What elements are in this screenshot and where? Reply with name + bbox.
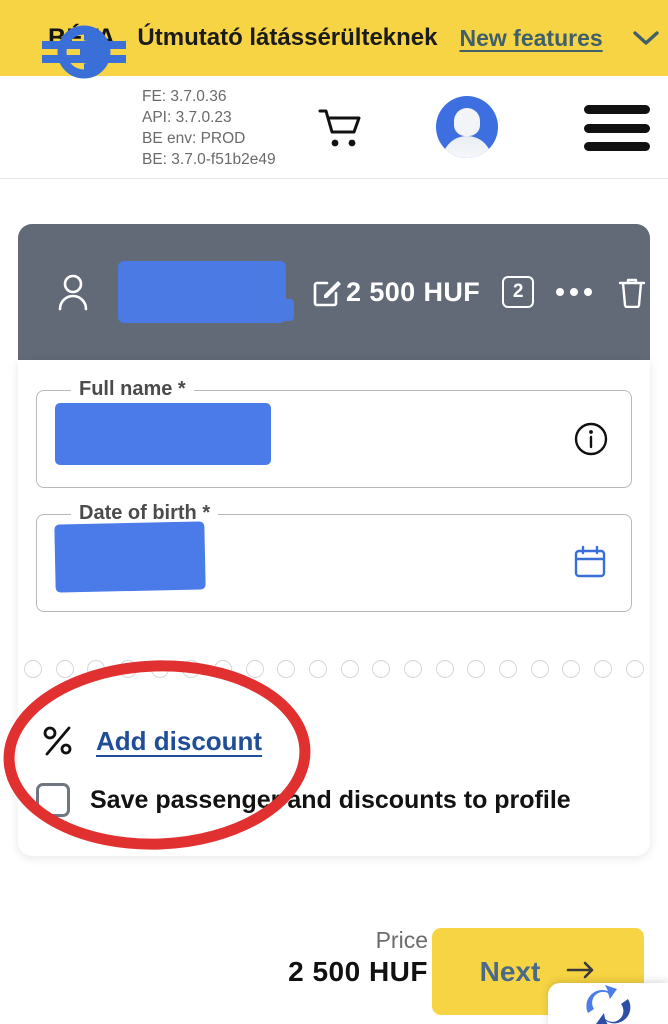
price-summary: Price 2 500 HUF [288,925,428,989]
percent-icon [42,724,74,758]
perf-dot [24,660,42,678]
full-name-value-redacted [55,403,271,465]
perf-dot [309,660,328,678]
beta-banner-title: Útmutató látássérülteknek [137,24,438,51]
full-name-field[interactable]: Full name * [36,378,632,488]
dot-3 [584,288,593,296]
price-value: 2 500 HUF [288,956,428,987]
refresh-sync-icon[interactable] [572,983,644,1024]
passenger-card-header: 2 500 HUF 2 [18,224,650,360]
add-discount-row[interactable]: Add discount [42,724,262,758]
full-name-label: Full name * [71,378,194,401]
checkbox-unchecked-icon[interactable] [36,783,70,817]
menu-line-1 [584,105,650,114]
date-of-birth-value-redacted [54,521,206,593]
app-screen: BÉTA Útmutató látássérülteknek New featu… [0,0,668,1024]
perf-dot [245,660,264,678]
sync-widget[interactable] [548,983,668,1024]
menu-line-2 [584,123,650,133]
save-passenger-label: Save passenger and discounts to profile [90,785,571,814]
avatar-body [442,136,492,158]
price-label: Price [375,927,428,953]
perf-dot [435,660,454,678]
perf-dot [150,660,169,678]
shopping-cart-icon[interactable] [316,104,364,152]
version-info: FE: 3.7.0.36 API: 3.7.0.23 BE env: PROD … [142,86,276,170]
ticket-perforation [0,660,668,684]
passenger-count-badge[interactable]: 2 [502,276,535,308]
perf-dot [277,660,296,678]
be-version: BE: 3.7.0-f51b2e49 [142,151,276,168]
perf-dot [562,660,581,678]
perf-dot [404,660,423,678]
perf-dot [182,660,201,678]
perf-dot [55,660,74,678]
more-horizontal-icon[interactable] [556,288,593,296]
info-circle-icon[interactable] [573,421,609,457]
chevron-down-icon[interactable] [632,30,659,46]
hamburger-menu-icon[interactable] [584,105,650,151]
dot-1 [556,288,565,296]
avatar-head [454,108,480,136]
edit-square-icon[interactable] [312,277,342,307]
person-icon [56,272,90,312]
calendar-icon[interactable] [573,545,609,581]
passenger-name-redacted [118,261,294,323]
trash-icon[interactable] [618,276,646,309]
mav-logo-icon[interactable] [42,24,126,80]
perf-dot [87,660,106,678]
new-features-link[interactable]: New features [460,25,603,52]
perf-dot [499,660,518,678]
perf-dot [625,660,644,678]
date-of-birth-field[interactable]: Date of birth * [36,502,632,612]
perf-dot [594,660,613,678]
dot-2 [570,288,579,296]
passenger-price: 2 500 HUF [346,276,481,307]
perf-dot [467,660,486,678]
menu-line-3 [584,142,650,151]
next-button-label: Next [479,955,541,987]
fe-version: FE: 3.7.0.36 [142,88,227,105]
perf-dot [340,660,359,678]
api-version: API: 3.7.0.23 [142,109,232,126]
perf-dot [214,660,233,678]
passenger-form-card: Full name * Date of birth * [18,360,650,856]
add-discount-link[interactable]: Add discount [96,726,262,757]
perf-dot [530,660,549,678]
user-avatar-icon[interactable] [436,96,498,158]
perf-dot [119,660,138,678]
be-env: BE env: PROD [142,130,246,147]
save-passenger-row[interactable]: Save passenger and discounts to profile [36,783,571,817]
perf-dot [372,660,391,678]
